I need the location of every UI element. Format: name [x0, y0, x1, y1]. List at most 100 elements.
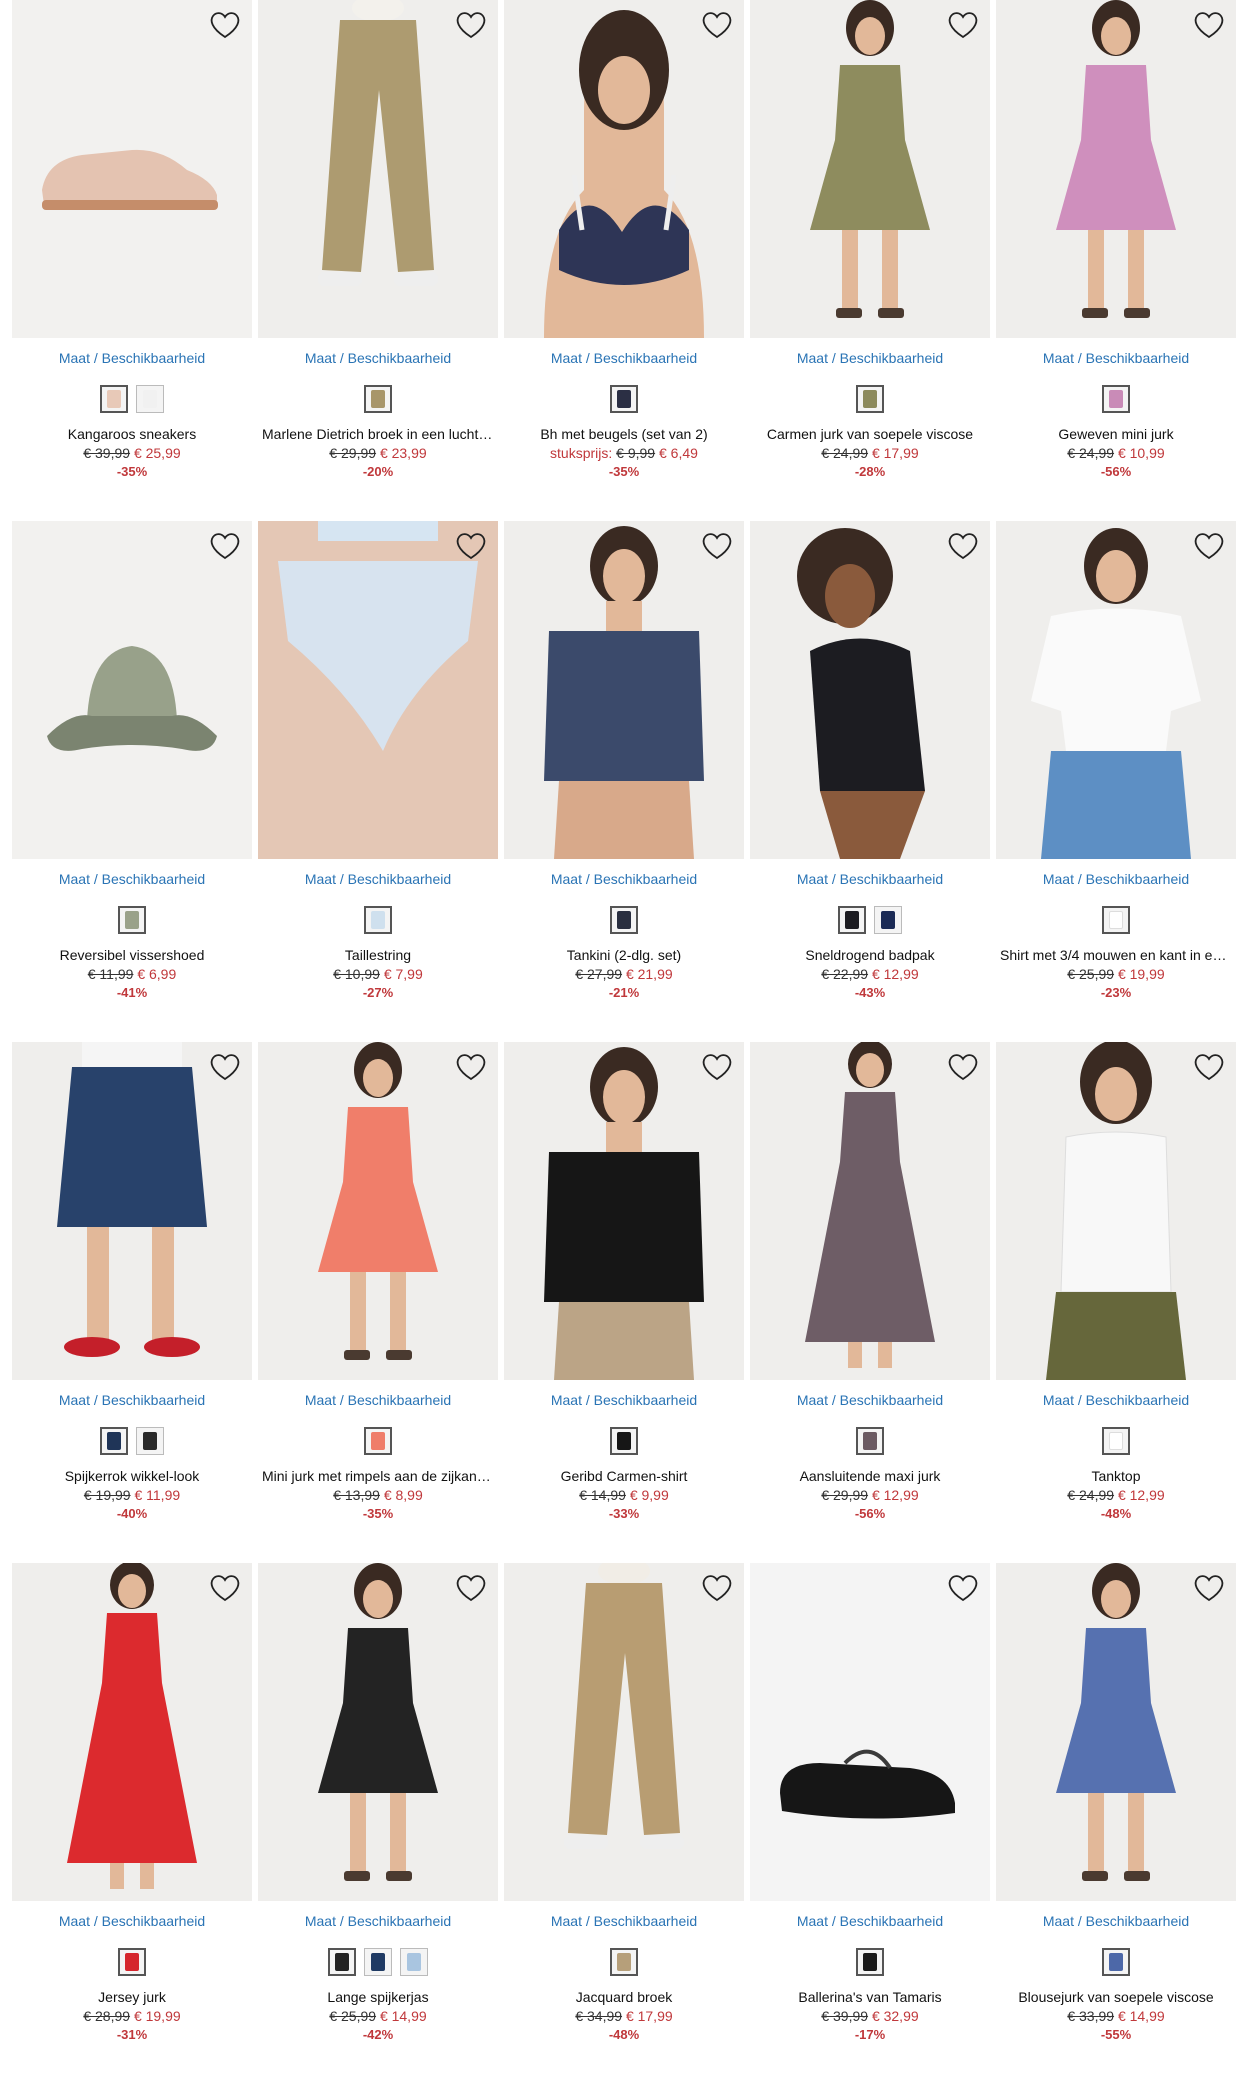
product-card[interactable]: Maat / Beschikbaarheid Tanktop € 24,99 €… [996, 1042, 1236, 1563]
size-availability-link[interactable]: Maat / Beschikbaarheid [258, 1913, 498, 1931]
wishlist-heart-icon[interactable] [1192, 531, 1226, 561]
product-name[interactable]: Tanktop [996, 1468, 1236, 1484]
product-image-box[interactable] [258, 0, 498, 338]
wishlist-heart-icon[interactable] [1192, 1052, 1226, 1082]
product-image[interactable] [750, 521, 990, 859]
product-image[interactable] [12, 1042, 252, 1380]
product-image[interactable] [504, 521, 744, 859]
wishlist-heart-icon[interactable] [454, 1052, 488, 1082]
size-availability-link[interactable]: Maat / Beschikbaarheid [750, 1392, 990, 1410]
product-image-box[interactable] [750, 1563, 990, 1901]
wishlist-heart-icon[interactable] [454, 1573, 488, 1603]
wishlist-heart-icon[interactable] [208, 1052, 242, 1082]
product-image[interactable] [996, 1563, 1236, 1901]
color-swatch[interactable] [856, 385, 884, 413]
product-name[interactable]: Bh met beugels (set van 2) [504, 426, 744, 442]
product-name[interactable]: Reversibel vissershoed [12, 947, 252, 963]
product-name[interactable]: Jacquard broek [504, 1989, 744, 2005]
product-card[interactable]: Maat / Beschikbaarheid Marlene Dietrich … [258, 0, 498, 521]
color-swatch[interactable] [100, 1427, 128, 1455]
color-swatch[interactable] [100, 385, 128, 413]
product-card[interactable]: Maat / Beschikbaarheid Tankini (2-dlg. s… [504, 521, 744, 1042]
product-image[interactable] [12, 1563, 252, 1901]
wishlist-heart-icon[interactable] [700, 531, 734, 561]
color-swatch[interactable] [610, 906, 638, 934]
product-name[interactable]: Blousejurk van soepele viscose [996, 1989, 1236, 2005]
product-name[interactable]: Jersey jurk [12, 1989, 252, 2005]
wishlist-heart-icon[interactable] [1192, 10, 1226, 40]
product-card[interactable]: Maat / Beschikbaarheid Carmen jurk van s… [750, 0, 990, 521]
product-name[interactable]: Sneldrogend badpak [750, 947, 990, 963]
product-name[interactable]: Ballerina's van Tamaris [750, 1989, 990, 2005]
size-availability-link[interactable]: Maat / Beschikbaarheid [996, 350, 1236, 368]
wishlist-heart-icon[interactable] [946, 1573, 980, 1603]
product-image[interactable] [258, 1042, 498, 1380]
product-card[interactable]: Maat / Beschikbaarheid Jacquard broek € … [504, 1563, 744, 2084]
color-swatch[interactable] [856, 1427, 884, 1455]
size-availability-link[interactable]: Maat / Beschikbaarheid [12, 871, 252, 889]
product-card[interactable]: Maat / Beschikbaarheid Lange spijkerjas … [258, 1563, 498, 2084]
product-image[interactable] [504, 0, 744, 338]
product-card[interactable]: Maat / Beschikbaarheid Geribd Carmen-shi… [504, 1042, 744, 1563]
color-swatch[interactable] [610, 385, 638, 413]
product-image[interactable] [258, 1563, 498, 1901]
product-card[interactable]: Maat / Beschikbaarheid Ballerina's van T… [750, 1563, 990, 2084]
product-card[interactable]: Maat / Beschikbaarheid Kangaroos sneaker… [12, 0, 252, 521]
product-image-box[interactable] [996, 1042, 1236, 1380]
product-image-box[interactable] [12, 521, 252, 859]
product-image-box[interactable] [258, 521, 498, 859]
product-name[interactable]: Taillestring [258, 947, 498, 963]
wishlist-heart-icon[interactable] [454, 531, 488, 561]
product-image-box[interactable] [504, 0, 744, 338]
wishlist-heart-icon[interactable] [208, 1573, 242, 1603]
product-image[interactable] [258, 521, 498, 859]
size-availability-link[interactable]: Maat / Beschikbaarheid [996, 871, 1236, 889]
product-image[interactable] [996, 521, 1236, 859]
product-card[interactable]: Maat / Beschikbaarheid Aansluitende maxi… [750, 1042, 990, 1563]
product-image[interactable] [12, 0, 252, 338]
color-swatch[interactable] [1102, 385, 1130, 413]
size-availability-link[interactable]: Maat / Beschikbaarheid [12, 350, 252, 368]
product-name[interactable]: Tankini (2-dlg. set) [504, 947, 744, 963]
size-availability-link[interactable]: Maat / Beschikbaarheid [258, 871, 498, 889]
product-image-box[interactable] [258, 1563, 498, 1901]
wishlist-heart-icon[interactable] [946, 1052, 980, 1082]
product-image[interactable] [258, 0, 498, 338]
color-swatch[interactable] [838, 906, 866, 934]
color-swatch[interactable] [118, 1948, 146, 1976]
product-card[interactable]: Maat / Beschikbaarheid Taillestring € 10… [258, 521, 498, 1042]
product-image[interactable] [504, 1563, 744, 1901]
wishlist-heart-icon[interactable] [946, 531, 980, 561]
wishlist-heart-icon[interactable] [700, 1573, 734, 1603]
product-image[interactable] [996, 0, 1236, 338]
product-image[interactable] [12, 521, 252, 859]
color-swatch[interactable] [364, 906, 392, 934]
color-swatch[interactable] [1102, 1948, 1130, 1976]
color-swatch[interactable] [328, 1948, 356, 1976]
size-availability-link[interactable]: Maat / Beschikbaarheid [504, 871, 744, 889]
product-name[interactable]: Kangaroos sneakers [12, 426, 252, 442]
wishlist-heart-icon[interactable] [208, 10, 242, 40]
product-name[interactable]: Marlene Dietrich broek in een luchtige l… [258, 426, 498, 442]
product-name[interactable]: Spijkerrok wikkel-look [12, 1468, 252, 1484]
product-image-box[interactable] [504, 1042, 744, 1380]
product-card[interactable]: Maat / Beschikbaarheid Mini jurk met rim… [258, 1042, 498, 1563]
product-image-box[interactable] [504, 1563, 744, 1901]
color-swatch[interactable] [118, 906, 146, 934]
product-image-box[interactable] [12, 0, 252, 338]
size-availability-link[interactable]: Maat / Beschikbaarheid [258, 350, 498, 368]
size-availability-link[interactable]: Maat / Beschikbaarheid [504, 1913, 744, 1931]
color-swatch[interactable] [136, 385, 164, 413]
product-name[interactable]: Lange spijkerjas [258, 1989, 498, 2005]
product-card[interactable]: Maat / Beschikbaarheid Sneldrogend badpa… [750, 521, 990, 1042]
size-availability-link[interactable]: Maat / Beschikbaarheid [12, 1913, 252, 1931]
product-image-box[interactable] [258, 1042, 498, 1380]
color-swatch[interactable] [364, 1948, 392, 1976]
color-swatch[interactable] [136, 1427, 164, 1455]
size-availability-link[interactable]: Maat / Beschikbaarheid [12, 1392, 252, 1410]
wishlist-heart-icon[interactable] [700, 10, 734, 40]
product-card[interactable]: Maat / Beschikbaarheid Reversibel visser… [12, 521, 252, 1042]
size-availability-link[interactable]: Maat / Beschikbaarheid [750, 871, 990, 889]
product-image-box[interactable] [12, 1042, 252, 1380]
product-image[interactable] [750, 1042, 990, 1380]
